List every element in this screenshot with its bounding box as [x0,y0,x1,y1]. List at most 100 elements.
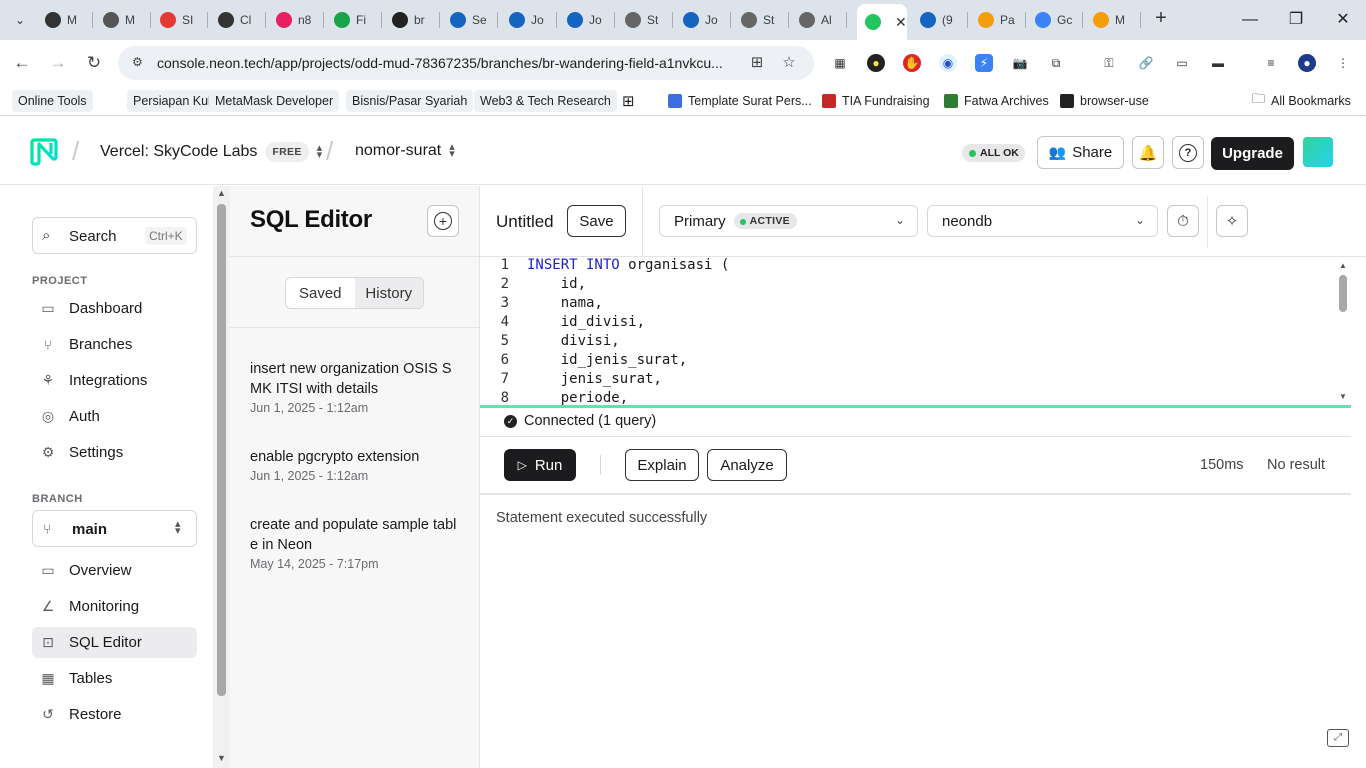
maximize-button[interactable]: ❐ [1286,10,1306,30]
close-tab-icon[interactable]: ✕ [895,14,907,31]
apps-grid-icon[interactable]: ⊞ [622,90,635,112]
notifications-button[interactable]: 🔔 [1132,136,1164,169]
browser-tab[interactable]: Gc [1027,6,1083,34]
editor-scrollbar-thumb[interactable] [1339,275,1347,312]
forward-button[interactable]: → [46,51,70,75]
save-button[interactable]: Save [567,205,626,237]
scroll-up-arrow[interactable]: ▲ [1337,261,1349,270]
profile-avatar[interactable]: ● [1298,54,1316,72]
code-line[interactable]: 6 id_jenis_surat, [480,352,1340,371]
sidebar-item-sql-editor[interactable]: ⊡ SQL Editor [32,627,197,658]
link-icon[interactable]: 🔗 [1137,54,1155,72]
expand-icon[interactable]: ⤢ [1327,729,1349,747]
bookmark-item[interactable]: Web3 & Tech Research [474,90,617,112]
code-line[interactable]: 2 id, [480,276,1340,295]
back-button[interactable]: ← [10,51,34,75]
browser-tab[interactable]: br [384,6,440,34]
bookmark-item[interactable]: Bisnis/Pasar Syariah [346,90,474,112]
browser-tab[interactable]: Fi [326,6,382,34]
sidebar-item-integrations[interactable]: ⚘ Integrations [32,365,197,396]
history-item[interactable]: create and populate sample table in Neon… [250,515,460,571]
extension-icon[interactable]: ✋ [903,54,921,72]
code-line[interactable]: 4 id_divisi, [480,314,1340,333]
url-text[interactable]: console.neon.tech/app/projects/odd-mud-7… [157,55,723,71]
tab-saved[interactable]: Saved [286,278,355,308]
camera-icon[interactable]: 📷 [1011,54,1029,72]
code-line[interactable]: 1 INSERT INTO organisasi ( [480,257,1340,276]
ai-assistant-button[interactable]: ✧ [1216,205,1248,237]
browser-tab[interactable]: Cl [210,6,266,34]
upgrade-button[interactable]: Upgrade [1211,137,1294,170]
code-line[interactable]: 8 periode, [480,390,1340,406]
translate-icon[interactable]: ⊞ [748,54,766,72]
browser-tab[interactable]: Jo [675,6,731,34]
bookmark-item[interactable]: Fatwa Archives [944,90,1049,112]
avatar[interactable] [1303,137,1333,167]
extension-icon[interactable]: ◉ [939,54,957,72]
browser-tab[interactable]: M [1085,6,1141,34]
bookmark-item[interactable]: browser-use [1060,90,1149,112]
browser-tab[interactable]: M [37,6,93,34]
bookmark-item[interactable]: TIA Fundraising [822,90,930,112]
code-line[interactable]: 3 nama, [480,295,1340,314]
sidebar-item-restore[interactable]: ↺ Restore [32,699,197,730]
sidebar-item-auth[interactable]: ◎ Auth [32,401,197,432]
database-select[interactable]: neondb ⌄ [927,205,1158,237]
extension-icon[interactable]: ● [867,54,885,72]
reload-button[interactable]: ↻ [82,51,106,75]
time-travel-button[interactable]: ⏱ [1167,205,1199,237]
help-button[interactable]: ? [1172,136,1204,169]
scroll-down-arrow[interactable]: ▼ [215,753,228,763]
scroll-down-arrow[interactable]: ▼ [1337,392,1349,401]
browser-tab[interactable]: Se [442,6,498,34]
org-switcher[interactable]: Vercel: SkyCode Labs FREE ▴ ▾ [100,142,322,162]
bookmark-item[interactable]: Template Surat Pers... [668,90,812,112]
bookmark-item[interactable]: MetaMask Developer [209,90,340,112]
browser-menu-icon[interactable]: ⋮ [1334,54,1352,72]
tab-active[interactable]: ✕ [857,4,907,40]
site-info-icon[interactable]: ⚙ [132,55,148,71]
payment-card-icon[interactable]: ▬ [1209,54,1227,72]
minimize-button[interactable]: — [1240,10,1260,30]
history-item[interactable]: enable pgcrypto extension Jun 1, 2025 - 1… [250,447,460,483]
all-bookmarks[interactable]: 🗀 All Bookmarks [1252,90,1351,112]
analyze-button[interactable]: Analyze [707,449,787,481]
new-tab-button[interactable]: + [1150,8,1172,30]
query-name[interactable]: Untitled [496,212,554,232]
sidebar-scrollbar-thumb[interactable] [217,204,226,696]
extension-icon[interactable]: ⚡ [975,54,993,72]
sidebar-item-dashboard[interactable]: ▭ Dashboard [32,293,197,324]
sidebar-item-monitoring[interactable]: ∠ Monitoring [32,591,197,622]
qr-extension-icon[interactable]: ▦ [831,54,849,72]
sidebar-item-overview[interactable]: ▭ Overview [32,555,197,586]
compute-select[interactable]: Primary ACTIVE ⌄ [659,205,918,237]
share-button[interactable]: 👥 Share [1037,136,1124,169]
explain-button[interactable]: Explain [625,449,699,481]
media-control-icon[interactable]: ≡ [1262,54,1280,72]
browser-tab[interactable]: St [617,6,673,34]
code-line[interactable]: 5 divisi, [480,333,1340,352]
tab-search-icon[interactable]: ⌄ [8,8,32,32]
browser-tab[interactable]: (9 [912,6,968,34]
bookmark-star-icon[interactable]: ☆ [780,54,798,72]
browser-tab[interactable]: Pa [970,6,1026,34]
browser-tab[interactable]: Jo [559,6,615,34]
status-badge[interactable]: ALL OK [962,144,1025,162]
browser-tab[interactable]: Al [791,6,847,34]
browser-tab[interactable]: SI [152,6,208,34]
reading-list-icon[interactable]: ▭ [1173,54,1191,72]
tab-history[interactable]: History [354,278,423,308]
browser-tab[interactable]: St [733,6,789,34]
address-bar[interactable]: ⚙ console.neon.tech/app/projects/odd-mud… [118,46,814,80]
neon-logo[interactable] [30,138,58,166]
sidebar-item-branches[interactable]: ⑂ Branches [32,329,197,360]
branch-selector[interactable]: ⑂ main ▴ ▾ [32,510,197,547]
sql-code-editor[interactable]: 1 INSERT INTO organisasi (2 id, 3 nama, 4 i… [480,257,1351,406]
sidebar-item-settings[interactable]: ⚙ Settings [32,437,197,468]
scroll-up-arrow[interactable]: ▲ [215,188,228,198]
project-switcher[interactable]: nomor-surat ▴ ▾ [355,142,455,160]
bookmark-item[interactable]: Online Tools [12,90,93,112]
browser-tab[interactable]: Jo [501,6,557,34]
extensions-puzzle-icon[interactable]: ⧉ [1047,54,1065,72]
new-query-button[interactable]: + [427,205,459,237]
